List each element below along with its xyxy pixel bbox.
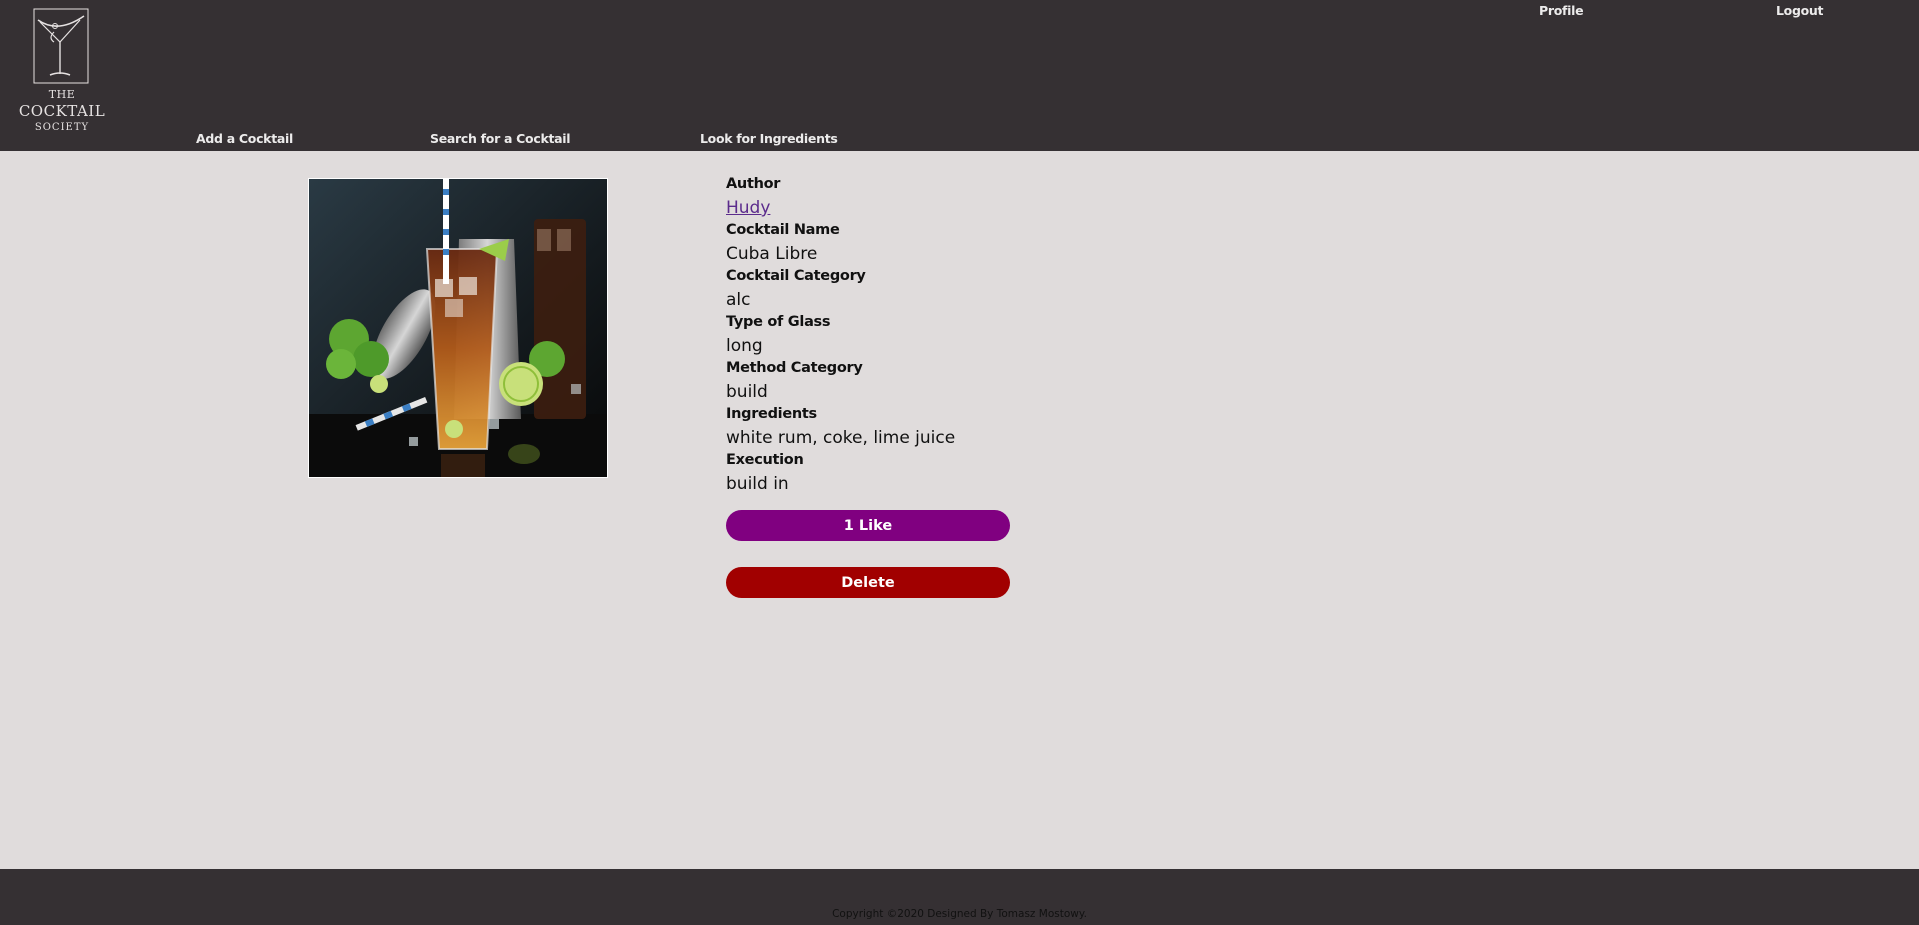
author-link[interactable]: Hudy [726,198,770,218]
nav-search-cocktail[interactable]: Search for a Cocktail [430,131,571,146]
logout-link[interactable]: Logout [1776,3,1823,18]
glass-type-value: long [726,336,763,356]
cocktail-photo-illustration [309,179,607,477]
cocktail-category-value: alc [726,290,751,310]
nav-add-cocktail[interactable]: Add a Cocktail [196,131,293,146]
logo-line-3: SOCIETY [34,122,90,133]
martini-glass-logo-icon [33,8,89,84]
author-label: Author [726,176,781,192]
copyright-text: Copyright ©2020 Designed By Tomasz Mosto… [832,908,1087,920]
delete-button[interactable]: Delete [726,567,1010,598]
cocktail-category-label: Cocktail Category [726,268,866,284]
profile-link[interactable]: Profile [1539,3,1584,18]
execution-label: Execution [726,452,804,468]
execution-value: build in [726,474,789,494]
cocktail-name-label: Cocktail Name [726,222,840,238]
nav-look-ingredients[interactable]: Look for Ingredients [700,131,838,146]
cocktail-society-logo[interactable]: THE COCKTAIL SOCIETY [14,8,110,138]
logo-line-1: THE [48,88,76,101]
glass-type-label: Type of Glass [726,314,831,330]
like-button[interactable]: 1 Like [726,510,1010,541]
site-header: THE COCKTAIL SOCIETY Profile Logout Add … [0,0,1919,151]
ingredients-label: Ingredients [726,406,817,422]
ingredients-value: white rum, coke, lime juice [726,428,956,448]
method-category-value: build [726,382,768,402]
cocktail-image [308,178,608,478]
method-category-label: Method Category [726,360,863,376]
logo-line-2: COCKTAIL [18,102,106,120]
cocktail-name-value: Cuba Libre [726,244,818,264]
